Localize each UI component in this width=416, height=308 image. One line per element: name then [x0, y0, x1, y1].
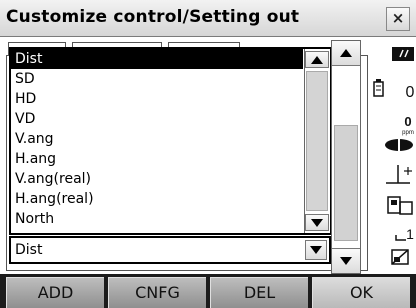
- arrow-up-icon: [340, 49, 352, 57]
- battery-icon[interactable]: [373, 79, 384, 97]
- list-item[interactable]: VD: [11, 109, 303, 129]
- window-title: Customize control/Setting out: [6, 7, 300, 27]
- list-scroll-up-button[interactable]: [305, 51, 329, 68]
- list-item-label: H.ang: [15, 151, 57, 167]
- battery-value: 0: [406, 84, 415, 101]
- list-item[interactable]: V.ang(real): [11, 169, 303, 189]
- list-item[interactable]: HD: [11, 89, 303, 109]
- list-item-label: V.ang(real): [15, 171, 92, 187]
- target-icon[interactable]: [385, 138, 413, 152]
- panel-scroll-down-button[interactable]: [332, 248, 360, 273]
- instrument-icon[interactable]: [387, 196, 413, 215]
- selected-value: Dist: [15, 242, 43, 258]
- list-scroll-down-button[interactable]: [305, 214, 329, 231]
- list-item-label: Dist: [15, 51, 43, 67]
- ppm-icon[interactable]: 0 ppm: [402, 114, 414, 136]
- list-scroll-thumb[interactable]: [306, 71, 328, 211]
- ppm-value: 0: [404, 114, 411, 129]
- softkey-bar: ADD CNFG DEL OK: [0, 274, 416, 308]
- item-select[interactable]: Dist: [9, 236, 331, 264]
- arrow-up-icon: [311, 55, 323, 64]
- input-mode-icon[interactable]: 1: [395, 226, 414, 242]
- close-button[interactable]: ×: [386, 7, 410, 31]
- add-button[interactable]: ADD: [6, 277, 104, 308]
- title-bar: Customize control/Setting out ×: [0, 0, 416, 37]
- tilt-icon[interactable]: [386, 165, 412, 184]
- list-item-label: SD: [15, 71, 35, 87]
- panel-scrollbar[interactable]: [331, 40, 361, 274]
- delete-button[interactable]: DEL: [210, 277, 308, 308]
- status-icons: 0 0 ppm 1: [373, 47, 415, 265]
- list-item-label: HD: [15, 91, 37, 107]
- list-item-label: VD: [15, 111, 36, 127]
- list-item[interactable]: SD: [11, 69, 303, 89]
- memory-card-icon[interactable]: [391, 249, 409, 265]
- signal-icon[interactable]: [392, 47, 414, 61]
- arrow-down-icon: [311, 218, 323, 227]
- list-item-label: V.ang: [15, 131, 54, 147]
- panel-scroll-up-button[interactable]: [332, 41, 360, 66]
- config-button[interactable]: CNFG: [108, 277, 206, 308]
- panel-scroll-thumb[interactable]: [334, 125, 358, 241]
- list-item[interactable]: Dist: [11, 49, 303, 69]
- dropdown-list[interactable]: Dist SD HD VD V.ang H.ang V.ang(real) H.…: [9, 47, 331, 235]
- dropdown-button[interactable]: [305, 240, 327, 260]
- list-item[interactable]: North: [11, 209, 303, 229]
- close-icon: ×: [391, 9, 405, 27]
- chevron-down-icon: [310, 246, 322, 254]
- list-item[interactable]: H.ang(real): [11, 189, 303, 209]
- list-item[interactable]: V.ang: [11, 129, 303, 149]
- ok-button[interactable]: OK: [312, 277, 410, 308]
- list-item[interactable]: H.ang: [11, 149, 303, 169]
- list-item-label: North: [15, 211, 55, 227]
- arrow-down-icon: [340, 257, 352, 265]
- status-panel: 0 0 ppm 1: [370, 37, 416, 273]
- input-mode-value: 1: [406, 226, 414, 242]
- list-scrollbar[interactable]: [304, 49, 330, 233]
- list-item-label: H.ang(real): [15, 191, 94, 207]
- ppm-unit: ppm: [402, 130, 414, 136]
